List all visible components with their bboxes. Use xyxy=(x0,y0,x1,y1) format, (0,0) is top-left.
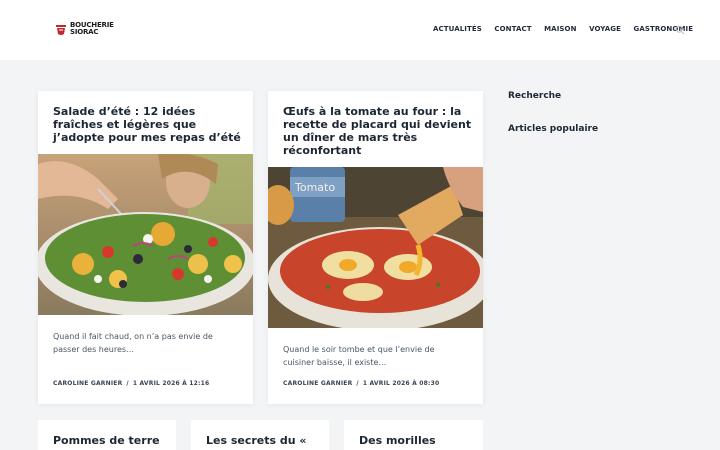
post-title[interactable]: Pommes de terre xyxy=(53,434,160,447)
search-icon[interactable] xyxy=(675,25,685,35)
jar-label: Tomato xyxy=(294,181,335,194)
post-card: Pommes de terre xyxy=(38,420,176,450)
main-nav: ACTUALITÉS CONTACT MAISON VOYAGE GASTRON… xyxy=(433,25,706,33)
post-author[interactable]: CAROLINE GARNIER xyxy=(53,380,122,387)
post-title[interactable]: Des morilles xyxy=(359,434,436,447)
post-date: 1 AVRIL 2026 À 12:16 xyxy=(132,380,210,387)
nav-item-maison[interactable]: MAISON xyxy=(544,25,576,33)
post-excerpt: Quand le soir tombe et que l’envie de cu… xyxy=(283,345,435,367)
logo-line-2: SIORAC xyxy=(70,28,99,36)
sidebar-popular-title: Articles populaire xyxy=(508,124,599,134)
post-meta: CAROLINE GARNIER /1 AVRIL 2026 À 08:30 xyxy=(283,380,439,387)
post-excerpt: Quand il fait chaud, on n’a pas envie de… xyxy=(53,332,213,354)
meta-separator: / xyxy=(126,380,129,387)
meta-separator: / xyxy=(356,380,359,387)
site-logo[interactable]: BOUCHERIE SIORAC xyxy=(55,22,114,36)
post-card: Œufs à la tomate au four : la recette de… xyxy=(268,91,483,404)
post-author[interactable]: CAROLINE GARNIER xyxy=(283,380,352,387)
post-meta: CAROLINE GARNIER /1 AVRIL 2026 À 12:16 xyxy=(53,380,209,387)
nav-item-actualites[interactable]: ACTUALITÉS xyxy=(433,25,482,33)
post-card: Salade d’été : 12 idées fraîches et légè… xyxy=(38,91,253,404)
post-image-salad[interactable] xyxy=(38,154,253,315)
post-image-eggs[interactable]: Tomato xyxy=(268,167,483,328)
logo-wordmark: BOUCHERIE SIORAC xyxy=(70,22,114,36)
post-card: Des morilles xyxy=(344,420,483,450)
post-date: 1 AVRIL 2026 À 08:30 xyxy=(362,380,440,387)
post-card: Les secrets du « xyxy=(191,420,329,450)
nav-item-contact[interactable]: CONTACT xyxy=(494,25,531,33)
post-title[interactable]: Les secrets du « xyxy=(206,434,307,447)
post-title[interactable]: Œufs à la tomate au four : la recette de… xyxy=(283,105,478,157)
sidebar-search-title: Recherche xyxy=(508,91,562,101)
site-header: BOUCHERIE SIORAC ACTUALITÉS CONTACT MAIS… xyxy=(0,0,720,60)
post-title[interactable]: Salade d’été : 12 idées fraîches et légè… xyxy=(53,105,248,144)
logo-icon xyxy=(56,24,66,35)
nav-item-voyage[interactable]: VOYAGE xyxy=(589,25,621,33)
